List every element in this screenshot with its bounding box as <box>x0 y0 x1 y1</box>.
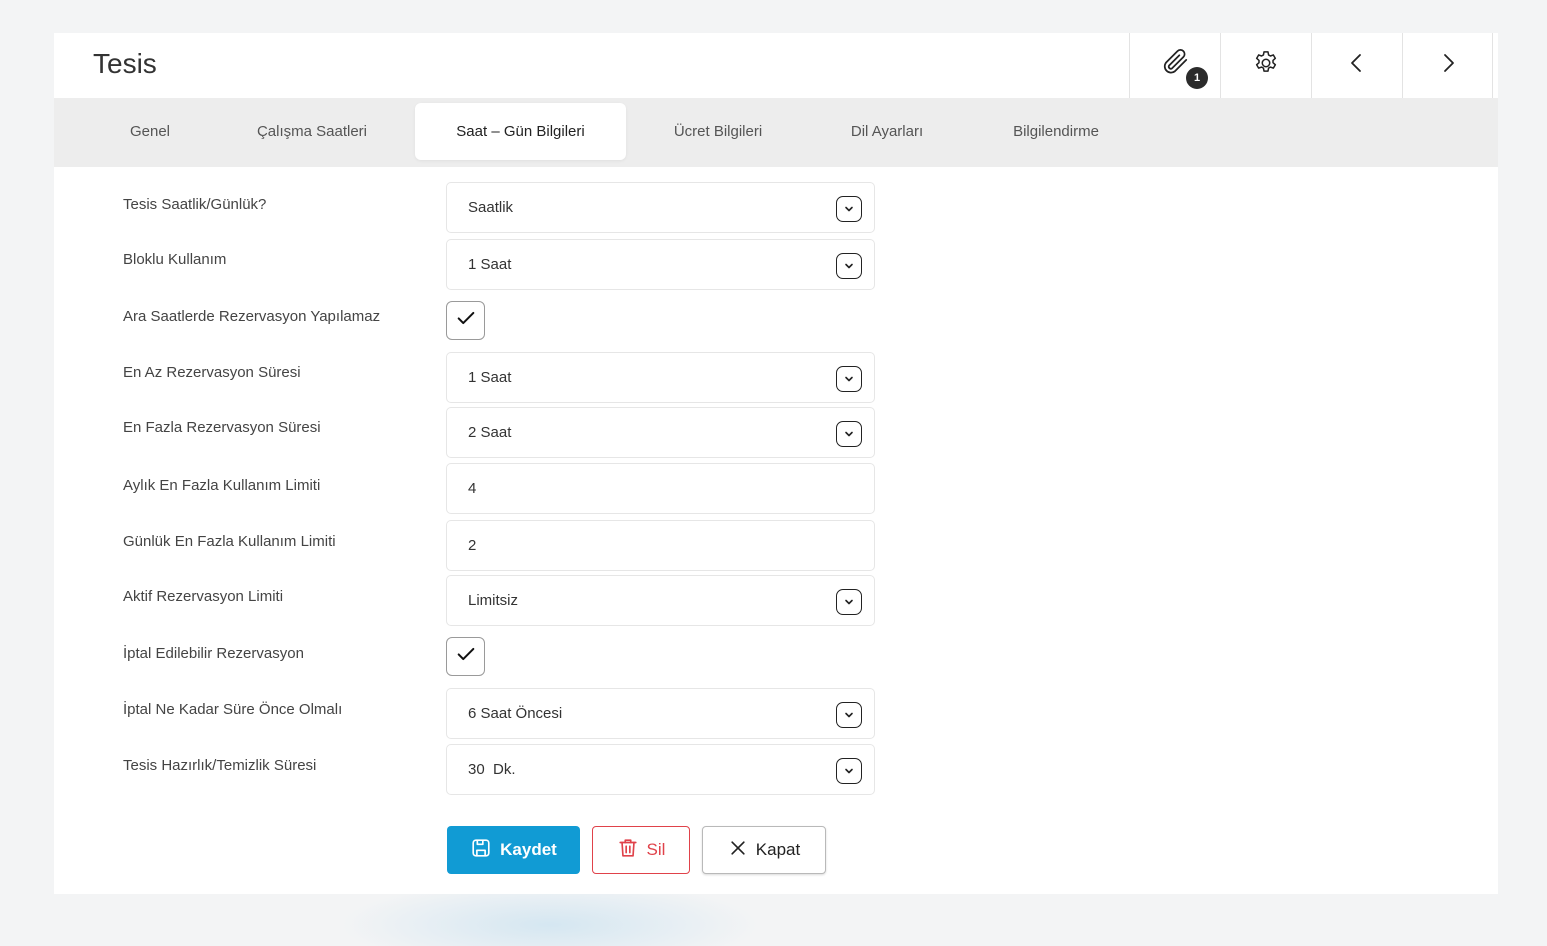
close-button[interactable]: Kapat <box>702 826 826 874</box>
attachments-button[interactable]: 1 <box>1129 33 1220 98</box>
facility-type-label: Tesis Saatlik/Günlük? <box>123 196 267 213</box>
monthly-limit-value: 4 <box>468 480 477 497</box>
cancellable-checkbox[interactable] <box>446 637 485 676</box>
chevron-down-icon <box>836 366 862 392</box>
daily-limit-label: Günlük En Fazla Kullanım Limiti <box>123 533 336 550</box>
check-icon <box>455 643 477 670</box>
chevron-down-icon <box>836 589 862 615</box>
cancel-before-select[interactable]: 6 Saat Öncesi <box>446 688 875 739</box>
next-button[interactable] <box>1402 33 1493 98</box>
delete-label: Sil <box>646 840 666 859</box>
chevron-down-icon <box>836 758 862 784</box>
facility-type-value: Saatlik <box>468 199 514 216</box>
max-reservation-label: En Fazla Rezervasyon Süresi <box>123 419 321 436</box>
cleaning-time-value: 30 Dk. <box>468 761 516 778</box>
cleaning-time-label: Tesis Hazırlık/Temizlik Süresi <box>123 757 317 774</box>
block-usage-label: Bloklu Kullanım <box>123 251 227 268</box>
tab-ucret-bilgileri[interactable]: Ücret Bilgileri <box>652 103 784 160</box>
no-gap-reservation-checkbox[interactable] <box>446 301 485 340</box>
facility-type-select[interactable]: Saatlik <box>446 182 875 233</box>
monthly-limit-label: Aylık En Fazla Kullanım Limiti <box>123 477 321 494</box>
tab-bilgilendirme[interactable]: Bilgilendirme <box>989 103 1123 160</box>
check-icon <box>455 307 477 334</box>
no-gap-reservation-label: Ara Saatlerde Rezervasyon Yapılamaz <box>123 308 381 325</box>
attachment-count-badge: 1 <box>1186 67 1208 89</box>
facility-card: Tesis 1 Genel Çalışma Saatleri Saat – Gü… <box>54 33 1498 894</box>
chevron-down-icon <box>836 253 862 279</box>
daily-limit-value: 2 <box>468 537 477 554</box>
min-reservation-value: 1 Saat <box>468 369 512 386</box>
active-limit-value: Limitsiz <box>468 592 519 609</box>
cancel-before-label: İptal Ne Kadar Süre Önce Olmalı <box>123 701 343 718</box>
settings-button[interactable] <box>1220 33 1311 98</box>
chevron-left-icon <box>1345 51 1369 80</box>
previous-button[interactable] <box>1311 33 1402 98</box>
cleaning-time-select[interactable]: 30 Dk. <box>446 744 875 795</box>
chevron-down-icon <box>836 196 862 222</box>
close-icon <box>728 838 748 863</box>
cancellable-label: İptal Edilebilir Rezervasyon <box>123 645 304 662</box>
save-label: Kaydet <box>500 840 557 859</box>
chevron-right-icon <box>1436 51 1460 80</box>
gear-icon <box>1252 49 1280 82</box>
min-reservation-label: En Az Rezervasyon Süresi <box>123 364 301 381</box>
chevron-down-icon <box>836 421 862 447</box>
min-reservation-select[interactable]: 1 Saat <box>446 352 875 403</box>
delete-button[interactable]: Sil <box>592 826 690 874</box>
active-limit-select[interactable]: Limitsiz <box>446 575 875 626</box>
max-reservation-value: 2 Saat <box>468 424 512 441</box>
tab-calisma-saatleri[interactable]: Çalışma Saatleri <box>232 103 392 160</box>
tab-genel[interactable]: Genel <box>104 103 196 160</box>
tab-dil-ayarlari[interactable]: Dil Ayarları <box>830 103 944 160</box>
max-reservation-select[interactable]: 2 Saat <box>446 407 875 458</box>
monthly-limit-input[interactable]: 4 <box>446 463 875 514</box>
trash-icon <box>617 837 639 864</box>
save-icon <box>470 837 492 864</box>
block-usage-value: 1 Saat <box>468 256 512 273</box>
active-limit-label: Aktif Rezervasyon Limiti <box>123 588 284 605</box>
block-usage-select[interactable]: 1 Saat <box>446 239 875 290</box>
chevron-down-icon <box>836 702 862 728</box>
page-title: Tesis <box>93 48 157 79</box>
tab-saat-gun-bilgileri[interactable]: Saat – Gün Bilgileri <box>415 103 626 160</box>
daily-limit-input[interactable]: 2 <box>446 520 875 571</box>
close-label: Kapat <box>755 840 801 859</box>
cancel-before-value: 6 Saat Öncesi <box>468 705 563 722</box>
header: Tesis 1 <box>54 33 1498 98</box>
tab-bar: Genel Çalışma Saatleri Saat – Gün Bilgil… <box>54 98 1498 167</box>
save-button[interactable]: Kaydet <box>447 826 580 874</box>
